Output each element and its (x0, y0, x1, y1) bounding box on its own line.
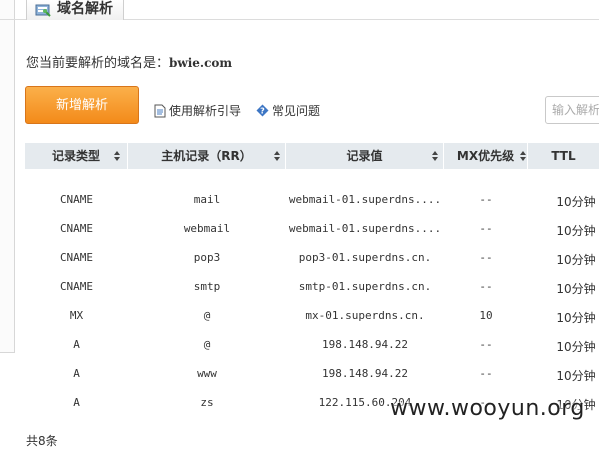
current-domain-line: 您当前要解析的域名是：bwie.com (26, 52, 232, 71)
column-header-record-type[interactable]: 记录类型 (25, 143, 128, 169)
record-value-cell: 198.148.94.22 (321, 367, 409, 380)
search-input[interactable] (545, 96, 599, 124)
ttl-cell: 10分钟 (556, 282, 596, 296)
record-value-cell: smtp-01.superdns.cn. (298, 280, 432, 293)
record-value-cell: webmail-01.superdns.... (288, 193, 442, 206)
record-type-cell: A (73, 338, 80, 351)
ttl-cell: 10分钟 (556, 195, 596, 209)
record-value-cell: mx-01.superdns.cn. (305, 309, 425, 322)
host-record-cell: webmail (183, 222, 231, 235)
left-panel-strip (0, 0, 15, 353)
host-record-cell: smtp (193, 280, 221, 293)
ttl-cell: 10分钟 (556, 369, 596, 383)
resolution-guide-label: 使用解析引导 (169, 104, 242, 118)
host-record-cell: pop3 (193, 251, 221, 264)
faq-link[interactable]: ? 常见问题 (256, 102, 320, 119)
table-row[interactable]: CNAME webmail webmail-01.superdns.... --… (25, 214, 599, 243)
ttl-cell: 10分钟 (556, 253, 596, 267)
mx-priority-cell: -- (479, 251, 493, 264)
table-row[interactable]: A www 198.148.94.22 -- 10分钟 (25, 359, 599, 388)
faq-label: 常见问题 (272, 104, 321, 118)
sort-icon (274, 151, 280, 161)
table-row[interactable]: CNAME pop3 pop3-01.superdns.cn. -- 10分钟 (25, 243, 599, 272)
current-domain-label: 您当前要解析的域名是： (26, 56, 170, 71)
host-record-cell: @ (203, 309, 211, 322)
column-header-label: 记录值 (346, 149, 383, 163)
ttl-cell: 10分钟 (556, 311, 596, 325)
tab-title: 域名解析 (57, 1, 113, 17)
record-value-cell: 198.148.94.22 (321, 338, 409, 351)
table-header: 记录类型 主机记录（RR） 记录值 MX优先级 TTL (25, 143, 599, 169)
record-type-cell: A (73, 367, 80, 380)
sort-icon (432, 151, 438, 161)
record-type-cell: CNAME (59, 222, 94, 235)
record-type-cell: CNAME (59, 280, 94, 293)
ttl-cell: 10分钟 (556, 224, 596, 238)
column-header-record-value[interactable]: 记录值 (286, 143, 444, 169)
record-value-cell: webmail-01.superdns.... (288, 222, 442, 235)
svg-text:?: ? (260, 107, 265, 116)
sort-icon (520, 151, 526, 161)
host-record-cell: mail (193, 193, 221, 206)
tab-dns-resolution[interactable]: 域名解析 (26, 0, 124, 20)
column-header-label: 主机记录（RR） (161, 149, 252, 163)
table-row[interactable]: MX @ mx-01.superdns.cn. 10 10分钟 (25, 301, 599, 330)
table-row[interactable]: CNAME mail webmail-01.superdns.... -- 10… (25, 185, 599, 214)
table-row[interactable]: A @ 198.148.94.22 -- 10分钟 (25, 330, 599, 359)
record-type-cell: A (73, 396, 80, 409)
record-count: 共8条 (26, 434, 58, 448)
help-icon: ? (256, 104, 269, 117)
record-type-cell: MX (69, 309, 84, 322)
record-value-cell: pop3-01.superdns.cn. (298, 251, 432, 264)
column-header-host-record[interactable]: 主机记录（RR） (128, 143, 286, 169)
document-icon (154, 104, 166, 117)
mx-priority-cell: 10 (479, 309, 493, 322)
host-record-cell: @ (203, 338, 211, 351)
column-header-label: TTL (551, 149, 576, 163)
column-header-label: MX优先级 (456, 149, 515, 163)
dns-settings-icon (35, 2, 51, 17)
host-record-cell: zs (200, 396, 214, 409)
mx-priority-cell: -- (479, 193, 493, 206)
record-type-cell: CNAME (59, 251, 94, 264)
column-header-label: 记录类型 (51, 149, 100, 163)
mx-priority-cell: -- (479, 367, 493, 380)
table-row[interactable]: CNAME smtp smtp-01.superdns.cn. -- 10分钟 (25, 272, 599, 301)
resolution-guide-link[interactable]: 使用解析引导 (154, 102, 241, 119)
current-domain-value: bwie.com (169, 56, 233, 70)
column-header-ttl[interactable]: TTL (528, 143, 599, 169)
sort-icon (114, 151, 120, 161)
mx-priority-cell: -- (479, 280, 493, 293)
host-record-cell: www (197, 367, 217, 380)
column-header-mx-priority[interactable]: MX优先级 (444, 143, 528, 169)
ttl-cell: 10分钟 (556, 340, 596, 354)
record-type-cell: CNAME (59, 193, 94, 206)
mx-priority-cell: -- (479, 222, 493, 235)
records-table-body: CNAME mail webmail-01.superdns.... -- 10… (25, 185, 599, 417)
add-record-button[interactable]: 新增解析 (25, 86, 139, 124)
watermark: www.wooyun.org (390, 396, 585, 421)
mx-priority-cell: -- (479, 338, 493, 351)
